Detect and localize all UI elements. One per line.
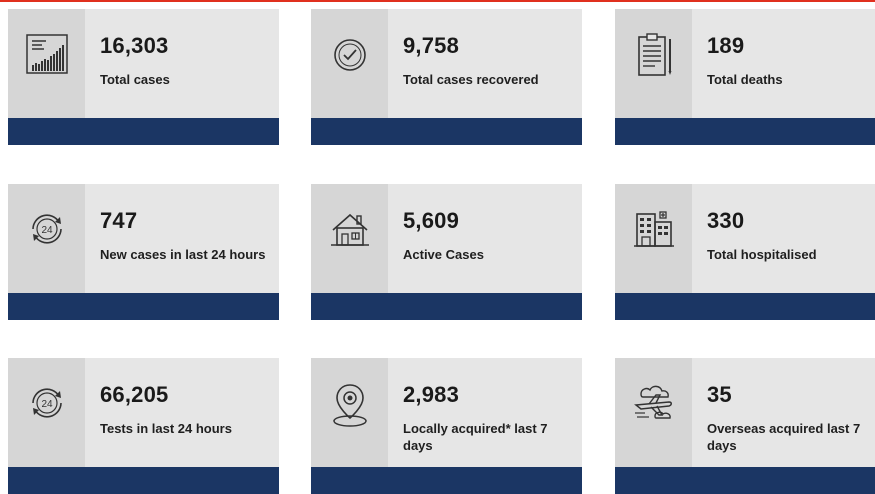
stat-value: 9,758 (403, 33, 460, 58)
card-footer-bar (8, 293, 279, 320)
stat-label: Total hospitalised (707, 247, 817, 262)
stat-card-hospitalised: 330 Total hospitalised (615, 184, 875, 320)
icon-panel (615, 9, 692, 126)
stat-value: 35 (707, 382, 732, 407)
icon-panel (311, 184, 388, 301)
top-accent-rule (0, 0, 875, 2)
card-footer-bar (311, 467, 582, 494)
24-hours-icon: 24 (31, 214, 62, 244)
stat-label: New cases in last 24 hours (100, 247, 266, 262)
icon-panel (8, 9, 85, 126)
stat-card-tests-24h: 24 66,205 Tests in last 24 hours (8, 358, 279, 494)
icon-panel: 24 (8, 358, 85, 475)
card-footer-bar (615, 118, 875, 145)
card-footer-bar (8, 467, 279, 494)
check-circle-icon (333, 39, 366, 71)
icon-panel (311, 358, 388, 475)
bar-chart-icon (25, 34, 68, 74)
svg-text:24: 24 (41, 225, 53, 236)
card-footer-bar (311, 118, 582, 145)
house-icon (330, 213, 369, 246)
24-hours-icon: 24 (31, 388, 62, 418)
stat-card-new-cases-24h: 24 747 New cases in last 24 hours (8, 184, 279, 320)
stat-label: Total cases recovered (403, 72, 539, 87)
stat-card-total-recovered: 9,758 Total cases recovered (311, 9, 582, 145)
card-footer-bar (8, 118, 279, 145)
stat-card-total-deaths: 189 Total deaths (615, 9, 875, 145)
icon-panel: 24 (8, 184, 85, 301)
stat-label: Overseas acquired last 7 days (707, 421, 861, 453)
stat-label: Total cases (100, 72, 170, 87)
location-pin-icon (332, 384, 367, 427)
stat-value: 330 (707, 208, 745, 233)
stat-label: Active Cases (403, 247, 484, 262)
stat-card-overseas-acquired: 35 Overseas acquired last 7 days (615, 358, 875, 494)
stat-value: 189 (707, 33, 745, 58)
card-footer-bar (615, 467, 875, 494)
stat-card-total-cases: 16,303 Total cases (8, 9, 279, 145)
airplane-icon (633, 385, 672, 419)
stat-label: Locally acquired* last 7 days (403, 421, 548, 453)
stat-value: 5,609 (403, 208, 460, 233)
hospital-icon (633, 211, 674, 247)
icon-panel (615, 184, 692, 301)
stat-label: Total deaths (707, 72, 783, 87)
stat-value: 16,303 (100, 33, 169, 58)
clipboard-icon (637, 33, 671, 76)
card-footer-bar (615, 293, 875, 320)
stat-card-locally-acquired: 2,983 Locally acquired* last 7 days (311, 358, 582, 494)
icon-panel (615, 358, 692, 475)
stat-card-active-cases: 5,609 Active Cases (311, 184, 582, 320)
stat-value: 2,983 (403, 382, 460, 407)
stat-value: 66,205 (100, 382, 169, 407)
svg-text:24: 24 (41, 399, 53, 410)
stat-label: Tests in last 24 hours (100, 421, 232, 436)
stat-value: 747 (100, 208, 138, 233)
card-footer-bar (311, 293, 582, 320)
icon-panel (311, 9, 388, 126)
